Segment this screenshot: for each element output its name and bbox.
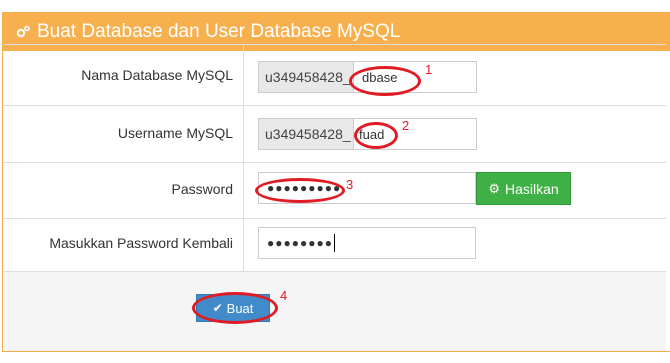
generate-password-button[interactable]: ⚙ Hasilkan [476, 172, 571, 205]
annotation-number-3: 3 [346, 177, 354, 192]
annotation-circle-4 [192, 292, 278, 324]
annotation-number-4: 4 [280, 288, 288, 303]
cogs-icon [13, 22, 33, 42]
password-confirm-input[interactable]: ●●●●●●●● [258, 227, 476, 259]
panel-title: Buat Database dan User Database MySQL [37, 21, 401, 42]
annotation-circle-1 [349, 66, 421, 96]
generate-label: Hasilkan [504, 180, 559, 197]
form-footer [4, 271, 666, 352]
annotation-circle-3 [255, 178, 345, 203]
password-confirm-label: Masukkan Password Kembali [49, 235, 233, 251]
username-label: Username MySQL [117, 125, 233, 141]
password-label: Password [171, 181, 233, 197]
annotation-circle-2 [354, 122, 398, 149]
db-name-label: Nama Database MySQL [81, 67, 233, 83]
text-caret [333, 234, 335, 252]
annotation-number-2: 2 [402, 118, 410, 133]
username-prefix: u349458428_ [258, 118, 354, 150]
annotation-number-1: 1 [425, 62, 433, 77]
password-confirm-value: ●●●●●●●● [267, 236, 333, 250]
gear-icon: ⚙ [488, 180, 500, 196]
db-name-prefix: u349458428_ [258, 61, 354, 93]
